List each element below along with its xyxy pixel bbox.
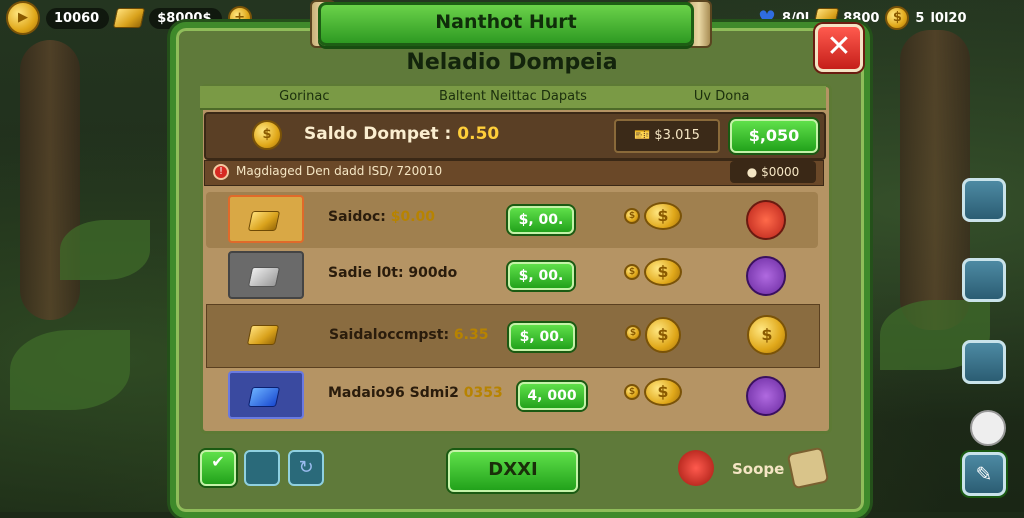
scroll-icon[interactable] [786, 446, 830, 490]
total-value: l0l20 [930, 10, 967, 26]
coin-icon: $ [885, 6, 910, 30]
gold-pile-icon: $ [645, 317, 681, 353]
footer-label: Soope [732, 460, 785, 478]
item-label: Madaio96 Sdmi2 0353 [328, 385, 503, 401]
notice-value: ● $0000 [730, 161, 816, 183]
coins-counter: 10060 [46, 7, 110, 29]
price-display: 🎫 $3.015 [614, 119, 720, 153]
coin-icon: $ [624, 384, 640, 400]
gold-pile-icon: $ [644, 378, 682, 406]
list-item[interactable]: Saidoc: $0.00 $, 00. $ $ [206, 192, 818, 248]
gem-icon: ● [746, 165, 758, 179]
purple-bowl-icon [746, 256, 786, 296]
tree-trunk [900, 30, 970, 330]
silver-bar-icon [228, 251, 304, 299]
alert-icon: ! [213, 164, 229, 180]
wallet-balance: Saldo Dompet : 0.50 [304, 124, 499, 144]
banner-title: Nanthot Hurt [318, 2, 694, 46]
gold-crest-icon[interactable]: ▶ [6, 1, 40, 35]
gold-pile-icon: $ [644, 258, 682, 286]
coin-icon: $ [624, 208, 640, 224]
refresh-icon[interactable]: ↻ [288, 450, 324, 486]
item-label: Sadie l0t: 900do [328, 265, 458, 281]
tab-bar: Gorinac Baltent Neittac Dapats Uv Dona [200, 86, 826, 110]
red-arrow-icon[interactable] [678, 450, 714, 486]
top-buy-button[interactable]: $,050 [730, 119, 818, 153]
price-value: $3.015 [654, 128, 700, 143]
gold-bar-icon [228, 195, 304, 243]
edit-icon[interactable]: ✎ [962, 452, 1006, 496]
buy-button[interactable]: $, 00. [508, 206, 574, 234]
check-icon[interactable]: ✔ [200, 450, 236, 486]
notice-right-value: $0000 [761, 165, 800, 179]
buy-button[interactable]: $, 00. [508, 262, 574, 290]
buy-button[interactable]: 4, 000 [518, 382, 586, 410]
coin-icon: $ [624, 264, 640, 280]
item-label: Saidoc: $0.00 [328, 209, 436, 225]
list-item[interactable]: Saidaloccmpst: 6.35 $, 00. $ $ $ [206, 304, 820, 368]
gold-bar-icon [113, 8, 146, 28]
list-item[interactable]: Madaio96 Sdmi2 0353 4, 000 $ $ [206, 368, 818, 424]
red-arrow-icon [746, 200, 786, 240]
list-item[interactable]: Sadie l0t: 900do $, 00. $ $ [206, 248, 818, 304]
buy-button[interactable]: $, 00. [509, 323, 575, 351]
wallet-value: 0.50 [457, 124, 500, 144]
notice-text: Magdiaged Den dadd ISD/ 720010 [236, 164, 443, 178]
item-label: Saidaloccmpst: 6.35 [329, 327, 489, 343]
tab-uv-dona[interactable]: Uv Dona [617, 86, 826, 108]
page-title: Neladio Dompeia [406, 50, 618, 75]
purple-bowl-icon [746, 376, 786, 416]
dice-icon[interactable] [970, 410, 1006, 446]
wallet-label: Saldo Dompet : [304, 124, 452, 144]
gold-coin-icon: $ [747, 315, 787, 355]
egg-icon[interactable] [244, 450, 280, 486]
scroll-icon[interactable] [962, 258, 1006, 302]
coin-icon: $ [252, 120, 282, 150]
coin-icon: $ [625, 325, 641, 341]
tab-baltent[interactable]: Baltent Neittac Dapats [409, 86, 618, 108]
ticket-icon: 🎫 [634, 128, 651, 143]
fern-leaf [60, 220, 150, 280]
hammer-icon[interactable] [962, 178, 1006, 222]
confirm-button[interactable]: DXXI [448, 450, 578, 492]
fern-leaf [10, 330, 130, 410]
crate-icon[interactable] [962, 340, 1006, 384]
gold-pile-icon: $ [644, 202, 682, 230]
gold-bar-icon [229, 311, 305, 359]
count-value: 5 [915, 10, 925, 26]
tab-gorinac[interactable]: Gorinac [200, 86, 409, 108]
blue-bar-icon [228, 371, 304, 419]
